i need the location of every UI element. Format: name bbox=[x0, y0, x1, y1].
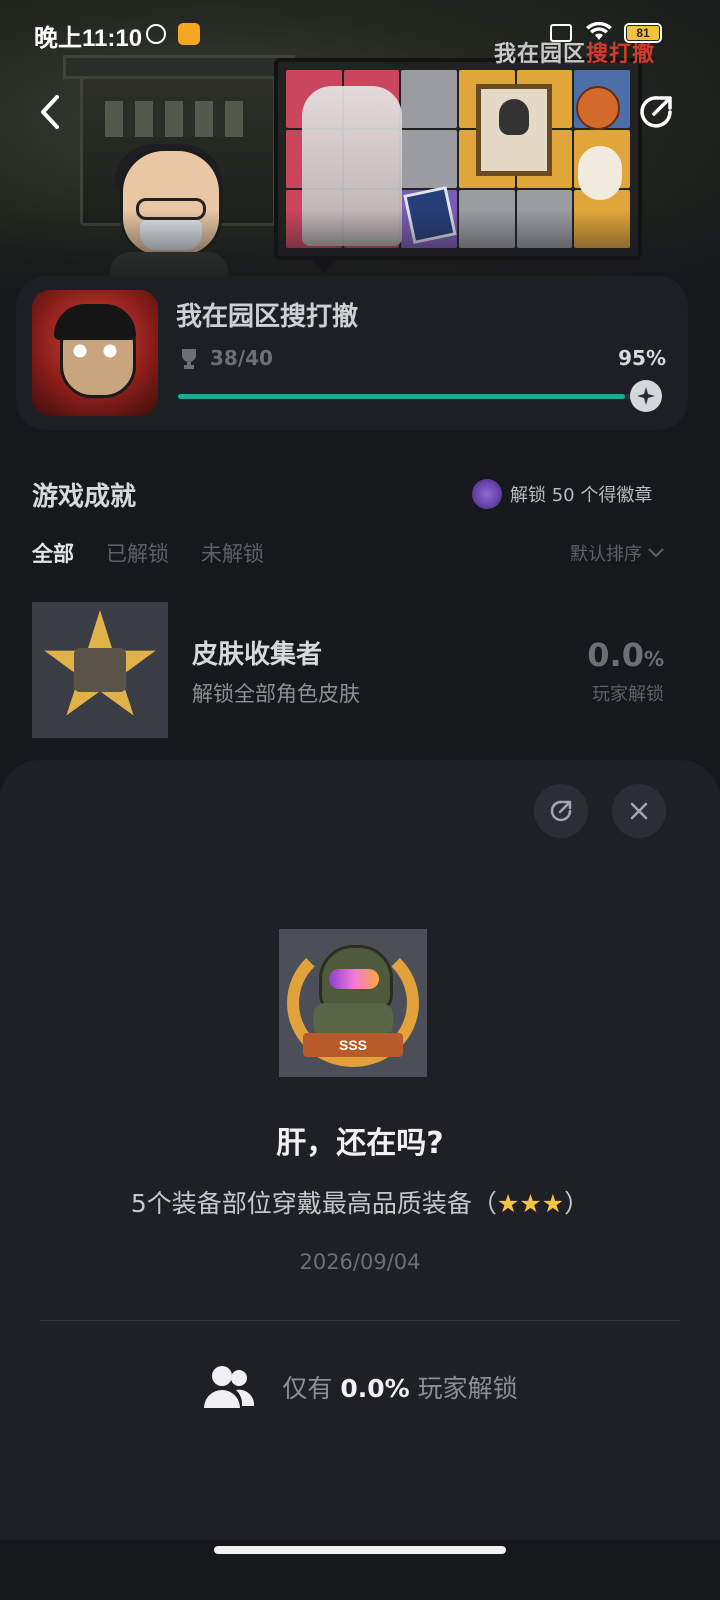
status-time: 晚上11:10 bbox=[34, 25, 143, 52]
app-notification-icon bbox=[178, 23, 200, 45]
game-title: 我在园区搜打撤 bbox=[176, 302, 359, 332]
game-summary-card[interactable]: 我在园区搜打撤 38/40 95% bbox=[16, 276, 688, 430]
achievement-description: 解锁全部角色皮肤 bbox=[192, 682, 360, 706]
share-icon bbox=[550, 800, 572, 822]
game-icon bbox=[32, 290, 158, 416]
wifi-icon bbox=[586, 21, 612, 46]
completion-progress-bar bbox=[178, 394, 648, 399]
share-icon bbox=[640, 96, 672, 128]
star-rating-icon: ★★★ bbox=[496, 1189, 565, 1218]
badge-hint[interactable]: 解锁 50 个得徽章 bbox=[472, 478, 652, 510]
close-icon bbox=[630, 802, 648, 820]
completion-progress-fill bbox=[178, 394, 625, 399]
trophy-count: 38/40 bbox=[210, 346, 273, 370]
achievements-section-title: 游戏成就 bbox=[32, 482, 137, 512]
divider bbox=[40, 1320, 680, 1321]
achievement-list-item[interactable]: 皮肤收集者 解锁全部角色皮肤 0.0% 玩家解锁 bbox=[32, 602, 672, 740]
sort-label: 默认排序 bbox=[570, 544, 642, 565]
battery-level: 81 bbox=[627, 26, 659, 40]
sort-dropdown[interactable]: 默认排序 bbox=[570, 540, 664, 566]
people-icon bbox=[204, 1366, 255, 1408]
home-indicator[interactable] bbox=[214, 1546, 506, 1554]
share-button[interactable] bbox=[632, 88, 680, 136]
sheet-share-button[interactable] bbox=[534, 784, 588, 838]
tab-locked[interactable]: 未解锁 bbox=[201, 538, 264, 568]
achievement-badge-icon: SSS bbox=[279, 929, 427, 1077]
tab-all[interactable]: 全部 bbox=[32, 538, 74, 568]
tab-unlocked[interactable]: 已解锁 bbox=[106, 538, 169, 568]
achievement-name: 皮肤收集者 bbox=[192, 640, 323, 670]
unlock-rate-info: 仅有 0.0% 玩家解锁 bbox=[0, 1364, 720, 1410]
badge-hint-text: 解锁 50 个得徽章 bbox=[510, 485, 653, 506]
platinum-badge-icon bbox=[630, 380, 662, 412]
chevron-left-icon bbox=[41, 95, 59, 129]
achievement-detail-sheet: SSS 肝，还在吗? 5个装备部位穿戴最高品质装备（★★★） 2026/09/0… bbox=[0, 760, 720, 1540]
achievement-detail-description: 5个装备部位穿戴最高品质装备（★★★） bbox=[130, 1189, 590, 1218]
achievement-filter-tabs: 全部 已解锁 未解锁 bbox=[32, 538, 264, 568]
badge-rank-text: SSS bbox=[303, 1033, 403, 1057]
sim-icon bbox=[550, 24, 572, 42]
achievement-unlock-label: 玩家解锁 bbox=[592, 684, 664, 705]
battery-icon: 81 bbox=[624, 23, 662, 43]
achievement-detail-date: 2026/09/04 bbox=[299, 1250, 421, 1274]
chevron-down-icon bbox=[648, 548, 664, 558]
alarm-icon bbox=[146, 24, 166, 44]
trophy-icon bbox=[179, 348, 199, 370]
status-bar: 晚上11:10 81 bbox=[0, 0, 720, 70]
achievement-detail-title: 肝，还在吗? bbox=[276, 1126, 444, 1161]
achievement-star-icon bbox=[32, 602, 168, 738]
back-button[interactable] bbox=[26, 88, 74, 136]
achievement-unlock-percent: 0.0% bbox=[587, 636, 664, 674]
sheet-close-button[interactable] bbox=[612, 784, 666, 838]
medal-icon bbox=[472, 479, 502, 509]
completion-percent: 95% bbox=[618, 346, 666, 370]
